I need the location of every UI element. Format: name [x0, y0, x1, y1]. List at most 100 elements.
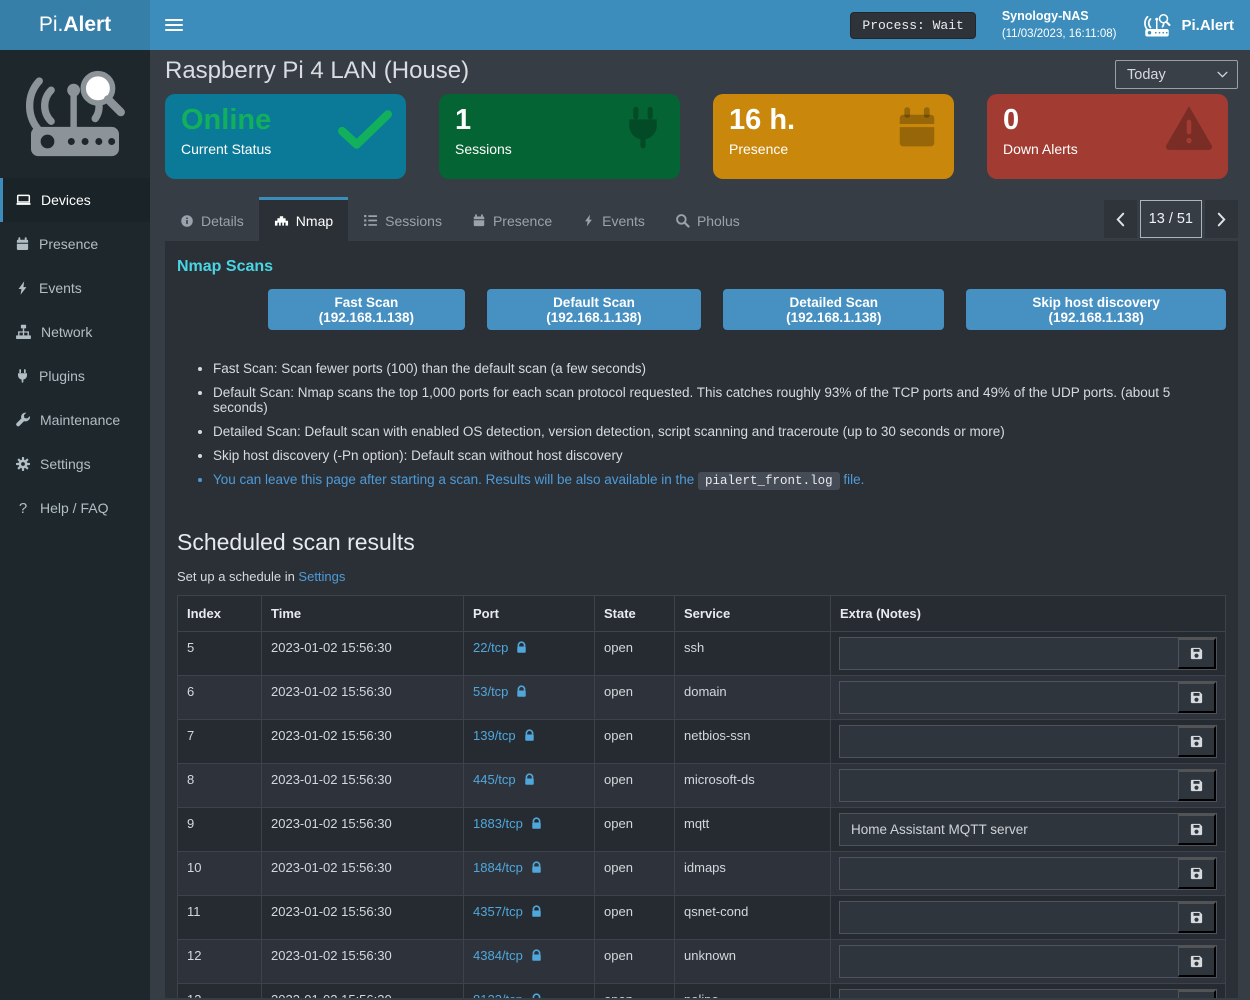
- cell-time: 2023-01-02 15:56:30: [262, 852, 464, 896]
- hamburger-menu-icon[interactable]: [165, 16, 183, 34]
- calendar-icon: [15, 236, 30, 252]
- cell-service: mqtt: [675, 808, 831, 852]
- save-icon: [1189, 822, 1204, 837]
- port-link[interactable]: 139/tcp: [473, 728, 536, 743]
- port-link[interactable]: 4357/tcp: [473, 904, 543, 919]
- cell-state: open: [595, 676, 675, 720]
- cell-index: 9: [178, 808, 262, 852]
- cell-port: 22/tcp: [464, 632, 595, 676]
- port-link[interactable]: 22/tcp: [473, 640, 528, 655]
- lock-icon: [530, 817, 543, 830]
- calendar-icon: [894, 104, 940, 152]
- port-link[interactable]: 445/tcp: [473, 772, 536, 787]
- cell-state: open: [595, 720, 675, 764]
- col-header-extra: Extra (Notes): [831, 596, 1226, 632]
- tab-events[interactable]: Events: [567, 197, 660, 241]
- table-row: 9 2023-01-02 15:56:30 1883/tcp open mqtt: [178, 808, 1226, 852]
- sidebar-item-maintenance[interactable]: Maintenance: [0, 398, 150, 442]
- scan-buttons: Fast Scan (192.168.1.138) Default Scan (…: [268, 289, 1226, 330]
- tab-sessions[interactable]: Sessions: [348, 197, 457, 241]
- save-note-button[interactable]: [1178, 814, 1216, 845]
- tab-label: Details: [201, 213, 244, 229]
- save-note-button[interactable]: [1178, 770, 1216, 801]
- scan-note: Fast Scan: Scan fewer ports (100) than t…: [213, 361, 1226, 376]
- note-input[interactable]: [840, 726, 1178, 757]
- prev-device-button[interactable]: [1104, 200, 1137, 238]
- device-tabs: Details Nmap Sessions: [165, 197, 1238, 241]
- process-status-badge: Process: Wait: [850, 12, 975, 39]
- user-menu[interactable]: Pi.Alert: [1142, 12, 1234, 39]
- list-icon: [363, 213, 378, 228]
- note-input[interactable]: [840, 990, 1178, 998]
- note-input[interactable]: [840, 638, 1178, 669]
- sidebar-item-label: Events: [39, 280, 82, 296]
- chevron-right-icon: [1217, 212, 1226, 227]
- port-link[interactable]: 4384/tcp: [473, 948, 543, 963]
- sidebar-item-devices[interactable]: Devices: [0, 178, 150, 222]
- save-icon: [1189, 866, 1204, 881]
- table-row: 7 2023-01-02 15:56:30 139/tcp open netbi…: [178, 720, 1226, 764]
- warning-icon: [1164, 104, 1214, 150]
- card-presence[interactable]: 16 h. Presence: [713, 94, 954, 179]
- save-note-button[interactable]: [1178, 682, 1216, 713]
- save-note-button[interactable]: [1178, 858, 1216, 889]
- app-logo[interactable]: Pi.Alert: [0, 0, 150, 50]
- port-link[interactable]: 8123/tcp: [473, 992, 543, 998]
- port-link[interactable]: 53/tcp: [473, 684, 528, 699]
- detailed-scan-button[interactable]: Detailed Scan (192.168.1.138): [723, 289, 944, 330]
- save-note-button[interactable]: [1178, 946, 1216, 977]
- note-input[interactable]: [840, 946, 1178, 977]
- save-note-button[interactable]: [1178, 990, 1216, 998]
- col-header-port: Port: [464, 596, 595, 632]
- tab-nmap[interactable]: Nmap: [259, 197, 348, 241]
- tab-details[interactable]: Details: [165, 197, 259, 241]
- card-sessions[interactable]: 1 Sessions: [439, 94, 680, 179]
- card-down-alerts[interactable]: 0 Down Alerts: [987, 94, 1228, 179]
- sidebar-item-settings[interactable]: Settings: [0, 442, 150, 486]
- default-scan-button[interactable]: Default Scan (192.168.1.138): [487, 289, 701, 330]
- note-input[interactable]: [840, 770, 1178, 801]
- note-input[interactable]: [840, 682, 1178, 713]
- fast-scan-button[interactable]: Fast Scan (192.168.1.138): [268, 289, 465, 330]
- note-input[interactable]: [840, 814, 1178, 845]
- cell-notes: [831, 852, 1226, 896]
- note-input[interactable]: [840, 902, 1178, 933]
- tab-presence[interactable]: Presence: [457, 197, 567, 241]
- save-note-button[interactable]: [1178, 638, 1216, 669]
- check-icon: [338, 110, 392, 150]
- tab-pholus[interactable]: Pholus: [660, 197, 755, 241]
- cell-service: unknown: [675, 940, 831, 984]
- sidebar-item-events[interactable]: Events: [0, 266, 150, 310]
- cell-index: 11: [178, 896, 262, 940]
- sidebar-item-network[interactable]: Network: [0, 310, 150, 354]
- period-select[interactable]: Today: [1115, 60, 1238, 89]
- sidebar-item-presence[interactable]: Presence: [0, 222, 150, 266]
- schedule-subtitle: Set up a schedule in Settings: [177, 569, 1226, 584]
- skip-host-discovery-button[interactable]: Skip host discovery (192.168.1.138): [966, 289, 1226, 330]
- host-info: Synology-NAS (11/03/2023, 16:11:08): [1002, 8, 1117, 42]
- port-link[interactable]: 1884/tcp: [473, 860, 543, 875]
- port-link[interactable]: 1883/tcp: [473, 816, 543, 831]
- brand-prefix: Pi.: [39, 13, 64, 37]
- settings-link[interactable]: Settings: [298, 569, 345, 584]
- sidebar-item-plugins[interactable]: Plugins: [0, 354, 150, 398]
- sidebar-item-help[interactable]: ? Help / FAQ: [0, 486, 150, 530]
- status-cards: Online Current Status 1 Sessions 16 h. P…: [165, 94, 1238, 179]
- note-input[interactable]: [840, 858, 1178, 889]
- scheduled-scan-table: Index Time Port State Service Extra (Not…: [177, 595, 1226, 998]
- scan-note: Skip host discovery (-Pn option): Defaul…: [213, 448, 1226, 463]
- table-row: 13 2023-01-02 15:56:30 8123/tcp open pol…: [178, 984, 1226, 999]
- nmap-scans-heading: Nmap Scans: [177, 241, 1226, 276]
- sidebar: Devices Presence Events: [0, 50, 150, 1000]
- card-current-status[interactable]: Online Current Status: [165, 94, 406, 179]
- save-note-button[interactable]: [1178, 902, 1216, 933]
- cell-port: 1883/tcp: [464, 808, 595, 852]
- cell-notes: [831, 720, 1226, 764]
- plug-icon: [15, 368, 30, 384]
- nmap-tab-panel: Nmap Scans Fast Scan (192.168.1.138) Def…: [165, 241, 1238, 998]
- brand-bold: Alert: [63, 13, 111, 37]
- table-header-row: Index Time Port State Service Extra (Not…: [178, 596, 1226, 632]
- log-hint-text: You can leave this page after starting a…: [213, 472, 698, 487]
- next-device-button[interactable]: [1205, 200, 1238, 238]
- save-note-button[interactable]: [1178, 726, 1216, 757]
